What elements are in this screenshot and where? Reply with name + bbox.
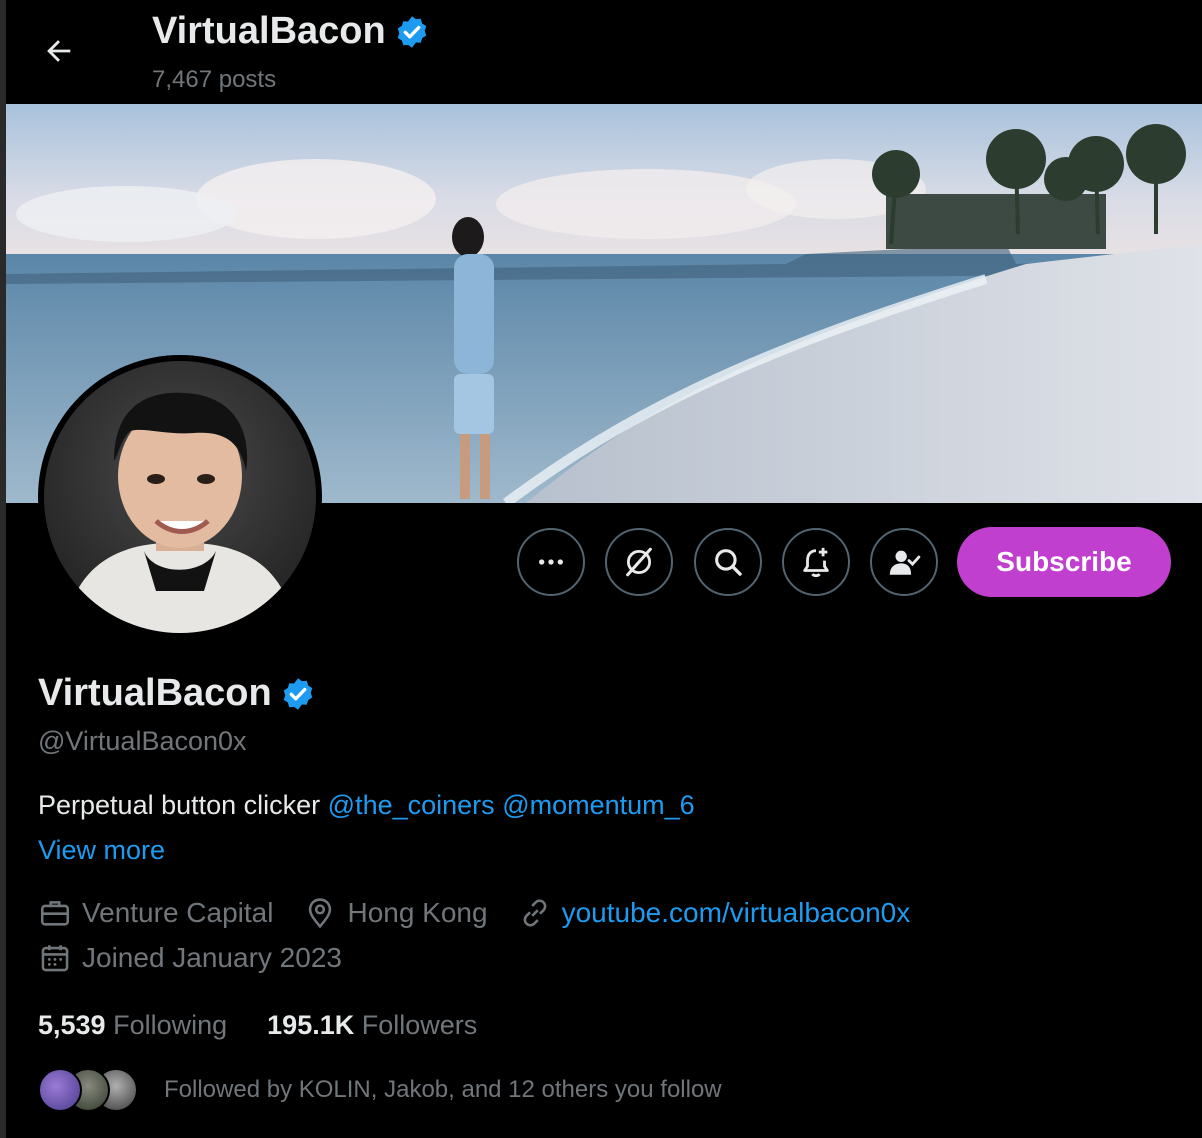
website-item[interactable]: youtube.com/virtualbacon0x <box>518 896 911 930</box>
follow-stats: 5,539 Following 195.1K Followers <box>38 1010 477 1041</box>
followers-label: Followers <box>361 1010 478 1040</box>
back-button[interactable] <box>36 28 82 74</box>
profile-name: VirtualBacon <box>38 672 272 714</box>
grok-icon <box>626 547 652 577</box>
person-check-icon <box>889 550 921 575</box>
profile-header: VirtualBacon 7,467 posts <box>6 0 1202 104</box>
bell-plus-icon <box>803 547 829 578</box>
search-button[interactable] <box>694 528 762 596</box>
avatar <box>38 1068 82 1112</box>
following-stat[interactable]: 5,539 Following <box>38 1010 227 1041</box>
link-icon <box>523 899 546 927</box>
location-text: Hong Kong <box>347 897 488 928</box>
arrow-left-icon <box>47 40 71 62</box>
profile-bio: Perpetual button clicker @the_coiners @m… <box>38 790 695 821</box>
website-link[interactable]: youtube.com/virtualbacon0x <box>562 897 911 929</box>
more-button[interactable] <box>517 528 585 596</box>
location-item: Hong Kong <box>303 896 488 930</box>
verified-badge-icon <box>397 15 426 48</box>
header-title: VirtualBacon <box>152 10 386 52</box>
following-label: Following <box>113 1010 228 1040</box>
profile-meta-row-1: Venture Capital Hong Kong youtube.com/vi… <box>38 896 940 930</box>
bio-mention-the-coiners[interactable]: @the_coiners <box>328 790 495 820</box>
calendar-icon <box>41 945 69 972</box>
grok-button[interactable] <box>605 528 673 596</box>
category-item: Venture Capital <box>38 896 273 930</box>
following-count: 5,539 <box>38 1010 106 1040</box>
bio-text: Perpetual button clicker <box>38 790 321 820</box>
bio-mention-momentum-6[interactable]: @momentum_6 <box>502 790 694 820</box>
joined-item: Joined January 2023 <box>38 941 342 975</box>
subscribe-button[interactable]: Subscribe <box>957 527 1171 597</box>
search-icon <box>715 549 742 576</box>
view-more-link[interactable]: View more <box>38 835 165 866</box>
profile-avatar[interactable] <box>38 355 322 639</box>
profile-handle: @VirtualBacon0x <box>38 726 247 756</box>
notify-button[interactable] <box>782 528 850 596</box>
header-title-row: VirtualBacon <box>152 10 430 53</box>
more-icon <box>539 559 563 565</box>
location-pin-icon <box>309 898 332 929</box>
followed-by[interactable]: Followed by KOLIN, Jakob, and 12 others … <box>38 1068 722 1112</box>
briefcase-icon <box>40 901 70 926</box>
profile-name-row: VirtualBacon <box>38 672 316 715</box>
verified-badge-icon[interactable] <box>280 676 316 712</box>
post-count: 7,467 posts <box>152 66 277 93</box>
followers-count: 195.1K <box>267 1010 355 1040</box>
category-text: Venture Capital <box>82 897 274 928</box>
followed-by-text: Followed by KOLIN, Jakob, and 12 others … <box>164 1076 722 1103</box>
following-button[interactable] <box>870 528 938 596</box>
avatar-image <box>44 361 316 633</box>
followers-stat[interactable]: 195.1K Followers <box>267 1010 477 1041</box>
joined-text: Joined January 2023 <box>82 942 342 973</box>
profile-meta-row-2: Joined January 2023 <box>38 941 372 975</box>
